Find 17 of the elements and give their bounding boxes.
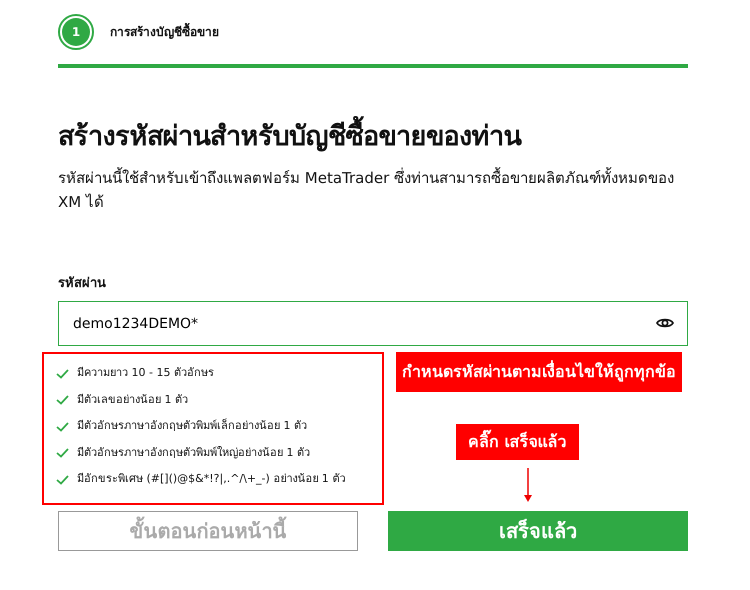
annotation-label: กำหนดรหัสผ่านตามเงื่อนไขให้ถูกทุกข้อ — [396, 352, 682, 392]
description: รหัสผ่านนี้ใช้สำหรับเข้าถึงแพลตฟอร์ม MetaTrader ซึ่งท่านสามารถซื้อขายผลิตภัณฑ์ทั้งหมดของ XM ได้ — [58, 166, 676, 213]
page-title: สร้างรหัสผ่านสำหรับบัญชีซื้อขายของท่าน — [58, 114, 688, 160]
annotation-label: คลิ๊ก เสร็จแล้ว — [456, 424, 579, 460]
done-button[interactable]: เสร็จแล้ว — [388, 510, 688, 551]
step-number: 1 — [62, 18, 90, 46]
password-field[interactable]: demo1234DEMO* — [58, 301, 688, 346]
rule-text: มีความยาว 10 - 15 ตัวอักษร — [77, 365, 214, 382]
back-button[interactable]: ขั้นตอนก่อนหน้านี้ — [58, 510, 358, 551]
rule-text: มีตัวอักษรภาษาอังกฤษตัวพิมพ์ใหญ่อย่างน้อย 1 ตัว — [77, 444, 310, 461]
rule-text: มีอักขระพิเศษ (#[]()@$&*!?|,.^/\+_-) อย่างน้อย 1 ตัว — [77, 471, 346, 488]
step-label: การสร้างบัญชีซื้อขาย — [110, 23, 219, 41]
field-label: รหัสผ่าน — [58, 274, 107, 293]
arrow-icon — [524, 468, 532, 502]
rule-text: มีตัวเลขอย่างน้อย 1 ตัว — [77, 392, 188, 408]
rule-text: มีตัวอักษรภาษาอังกฤษตัวพิมพ์เล็กอย่างน้อย 1 ตัว — [77, 418, 307, 434]
eye-icon[interactable] — [656, 316, 674, 330]
